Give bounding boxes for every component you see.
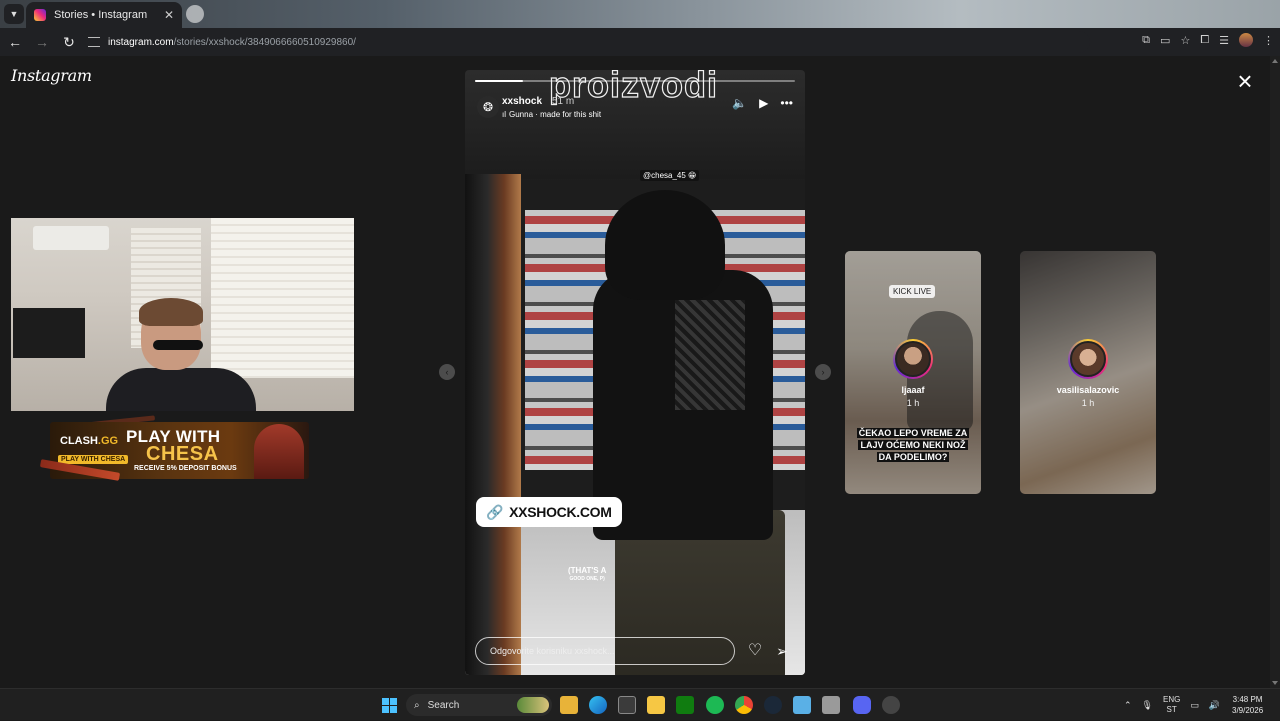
- windows-taskbar: ⌕ Search ⌃ 🎙 ENG ST ▭ 🔊 3:48 PM 3/9/2026: [0, 688, 1280, 720]
- tab-search-button[interactable]: ▼: [4, 4, 24, 24]
- story-subject: [605, 190, 725, 300]
- story-ring-avatar: [1068, 339, 1108, 379]
- tab-title: Stories • Instagram: [54, 9, 148, 21]
- address-bar[interactable]: instagram.com/stories/xxshock/3849066660…: [80, 31, 1090, 53]
- heart-icon[interactable]: ♡: [745, 641, 765, 661]
- instagram-logo[interactable]: Instagram: [11, 66, 92, 85]
- sponsor-subline: RECEIVE 5% DEPOSIT BONUS: [134, 465, 237, 472]
- chevron-up-icon[interactable]: ⌃: [1124, 700, 1132, 711]
- browser-menu-icon[interactable]: ⋮: [1263, 34, 1274, 47]
- upcoming-time: 1 h: [1081, 398, 1095, 408]
- calculator-icon[interactable]: [822, 696, 840, 714]
- story-progress-fill: [475, 80, 523, 82]
- settings-gear-icon[interactable]: [882, 696, 900, 714]
- story-progress-bar: [475, 80, 795, 82]
- story-reply-bar: ♡ ➢: [475, 637, 797, 665]
- instagram-favicon-icon: [34, 9, 46, 21]
- link-icon: 🔗: [486, 503, 504, 520]
- reload-button[interactable]: ↻: [57, 30, 81, 54]
- taskbar-search-label: Search: [427, 699, 460, 711]
- url-path: /stories/xxshock/3849066660510929860/: [173, 36, 356, 48]
- cast-icon[interactable]: ▭: [1160, 34, 1170, 47]
- store-icon[interactable]: [618, 696, 636, 714]
- start-button[interactable]: [382, 698, 397, 713]
- search-highlight-image: [517, 697, 549, 713]
- tab-instagram-stories[interactable]: Stories • Instagram ✕: [26, 2, 182, 28]
- url-host: instagram.com: [108, 36, 174, 48]
- close-stories-icon[interactable]: ×: [1233, 68, 1257, 94]
- tab-close-icon[interactable]: ✕: [164, 8, 174, 22]
- volume-icon[interactable]: 🔊: [1209, 700, 1220, 711]
- story-author-username[interactable]: xxshock: [502, 96, 542, 107]
- search-icon: ⌕: [414, 699, 420, 711]
- back-button[interactable]: ←: [3, 30, 27, 54]
- system-tray: ⌃ 🎙 ENG ST ▭ 🔊: [1124, 689, 1220, 721]
- mute-icon[interactable]: 🔈: [732, 96, 747, 110]
- upcoming-time: 1 h: [906, 398, 920, 408]
- scroll-up-icon[interactable]: [1272, 59, 1278, 63]
- notepad-icon[interactable]: [793, 696, 811, 714]
- previous-story-button[interactable]: ‹: [439, 364, 455, 380]
- language-indicator[interactable]: ENG ST: [1163, 695, 1180, 715]
- more-options-icon[interactable]: •••: [780, 96, 793, 110]
- upcoming-username: vasilisalazovic: [1056, 385, 1120, 395]
- discord-icon[interactable]: [853, 696, 871, 714]
- sponsor-character: [254, 424, 304, 479]
- edge-icon[interactable]: [589, 696, 607, 714]
- app-icon[interactable]: [647, 696, 665, 714]
- webcam-overlay: [11, 218, 354, 411]
- browser-toolbar: ← → ↻ instagram.com/stories/xxshock/3849…: [0, 28, 1280, 56]
- new-tab-button[interactable]: [186, 5, 204, 23]
- scroll-down-icon[interactable]: [1272, 681, 1278, 685]
- play-icon[interactable]: ▶: [759, 96, 768, 110]
- microphone-icon[interactable]: 🎙: [1142, 700, 1153, 711]
- spotify-icon[interactable]: [706, 696, 724, 714]
- bookmark-star-icon[interactable]: ☆: [1180, 34, 1190, 47]
- site-info-icon[interactable]: [88, 37, 100, 47]
- xbox-icon[interactable]: [676, 696, 694, 714]
- upcoming-story-card[interactable]: KICK LIVE ljaaaf 1 h ČEKAO LEPO VREME ZA…: [845, 251, 981, 494]
- upcoming-story-card[interactable]: vasilisalazovic 1 h: [1020, 251, 1156, 494]
- story-viewer[interactable]: proizvodi ❂ xxshock 51 m ıl Gunna · made …: [465, 70, 805, 675]
- sponsor-headline-2: CHESA: [146, 443, 219, 465]
- kick-live-badge: KICK LIVE: [889, 285, 936, 298]
- sponsor-chip: PLAY WITH CHESA: [58, 455, 129, 464]
- forward-button[interactable]: →: [30, 30, 54, 54]
- story-controls: 🔈 ▶ •••: [732, 94, 793, 112]
- reply-input[interactable]: [475, 637, 735, 665]
- send-icon[interactable]: ➢: [772, 641, 792, 661]
- story-author-avatar-icon[interactable]: ❂: [477, 96, 499, 118]
- taskbar-clock[interactable]: 3:48 PM 3/9/2026: [1232, 694, 1263, 716]
- link-sticker[interactable]: 🔗 XXSHOCK.COM: [476, 497, 622, 527]
- reading-list-icon[interactable]: ☰: [1219, 34, 1229, 47]
- toolbar-icons: ⧉ ▭ ☆ ⧠ ☰ ⋮: [1142, 33, 1274, 47]
- chrome-icon[interactable]: [735, 696, 753, 714]
- page-scrollbar[interactable]: [1270, 56, 1280, 688]
- story-music[interactable]: ıl Gunna · made for this shit: [502, 110, 601, 119]
- extensions-icon[interactable]: ⧠: [1200, 34, 1209, 47]
- story-caption: (THAT'S A GOOD ONE, P): [568, 566, 607, 582]
- browser-tab-strip: ▼ Stories • Instagram ✕: [0, 0, 1280, 28]
- audio-bars-icon: ıl: [502, 110, 506, 119]
- story-ring-avatar: [893, 339, 933, 379]
- stories-page: Instagram × CLASH.GG PLAY WITH CHESA PLA…: [0, 56, 1270, 688]
- story-header: ❂ xxshock 51 m ıl Gunna · made for this s…: [477, 94, 793, 126]
- mention-sticker[interactable]: @chesa_45 😁: [640, 170, 700, 181]
- story-timestamp: 51 m: [552, 96, 575, 107]
- steam-icon[interactable]: [764, 696, 782, 714]
- sponsor-brand: CLASH.GG: [60, 435, 119, 447]
- network-icon[interactable]: ▭: [1190, 700, 1199, 711]
- profile-avatar-icon[interactable]: [1239, 33, 1253, 47]
- file-explorer-icon[interactable]: [560, 696, 578, 714]
- next-story-button[interactable]: ›: [815, 364, 831, 380]
- upcoming-sticker-text: ČEKAO LEPO VREME ZA LAJV OĆEMO NEKI NOŽ …: [856, 428, 970, 462]
- link-sticker-text: XXSHOCK.COM: [509, 504, 612, 520]
- upcoming-username: ljaaaf: [901, 385, 925, 395]
- translate-icon[interactable]: ⧉: [1142, 34, 1150, 47]
- taskbar-search[interactable]: ⌕ Search: [406, 694, 552, 716]
